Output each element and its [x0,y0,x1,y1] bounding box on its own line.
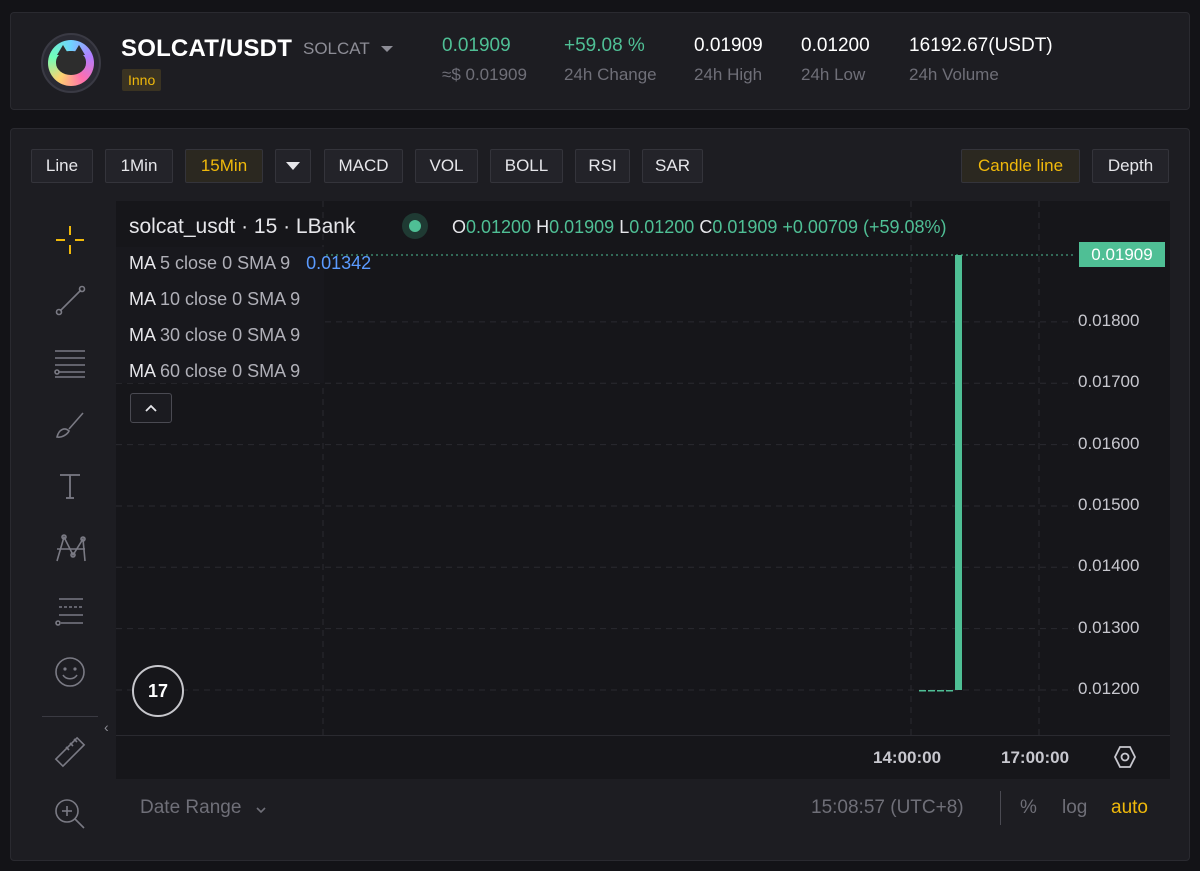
candle [946,690,953,692]
ma-5-row[interactable]: MA 5 close 0 SMA 9 0.01342 [129,253,371,274]
time-label: 14:00:00 [873,748,942,767]
emoji-icon[interactable] [51,653,89,691]
stat-24h-volume: 16192.67(USDT) 24h Volume [909,35,1053,84]
ma-10-row[interactable]: MA 10 close 0 SMA 9 [129,289,300,310]
price-tick-label: 0.01200 [1078,679,1140,698]
crosshair-icon[interactable] [51,221,89,259]
log-scale-toggle[interactable]: log [1062,797,1087,819]
auto-scale-toggle[interactable]: auto [1111,797,1148,819]
stat-24h-change: +59.08 % 24h Change [564,35,657,84]
ohlc-readout: O0.01200 H0.01909 L0.01200 C0.01909 +0.0… [452,217,947,237]
market-status-icon [402,213,428,239]
candle [937,690,944,692]
market-header: SOLCAT/USDT SOLCAT Inno 0.01909 ≈$ 0.019… [10,12,1190,110]
chart-settings-icon[interactable] [1112,744,1138,770]
cat-icon [56,45,86,75]
collapse-tools-icon[interactable]: ‹ [104,719,109,735]
candle-line-button[interactable]: Candle line [961,149,1080,183]
interval-15min-button[interactable]: 15Min [185,149,263,183]
caret-down-icon [286,162,300,170]
stat-last-price: 0.01909 ≈$ 0.01909 [442,35,527,84]
collapse-legend-button[interactable] [130,393,172,423]
price-tick-label: 0.01400 [1078,556,1140,576]
trend-line-icon[interactable] [51,281,89,319]
ma-60-row[interactable]: MA 60 close 0 SMA 9 [129,361,300,382]
ma-30-row[interactable]: MA 30 close 0 SMA 9 [129,325,300,346]
price-tick-label: 0.01300 [1078,617,1140,637]
brush-icon[interactable] [51,405,89,443]
price-chart[interactable]: solcat_usdt · 15 · LBank O0.01200 H0.019… [116,201,1170,779]
zoom-in-icon[interactable] [51,795,89,833]
current-price-label: 0.01909 [1079,242,1165,267]
base-asset[interactable]: SOLCAT [303,39,370,59]
candle [919,690,926,692]
vol-button[interactable]: VOL [415,149,478,183]
sar-button[interactable]: SAR [642,149,703,183]
pattern-icon[interactable] [51,529,89,567]
stat-24h-low: 0.01200 24h Low [801,35,870,84]
price-tick-label: 0.01500 [1078,494,1140,514]
ruler-icon[interactable] [51,733,89,771]
token-logo [41,33,101,93]
depth-button[interactable]: Depth [1092,149,1169,183]
clock-timezone[interactable]: 15:08:57 (UTC+8) [811,797,964,819]
line-button[interactable]: Line [31,149,93,183]
boll-button[interactable]: BOLL [490,149,563,183]
interval-1min-button[interactable]: 1Min [105,149,173,183]
date-range-dropdown[interactable]: Date Range [140,797,241,819]
zone-tag: Inno [122,69,162,91]
time-axis: 14:00:00 17:00:00 [116,735,1170,779]
price-tick-label: 0.01700 [1078,372,1140,392]
chevron-down-icon[interactable] [381,46,393,52]
fib-lines-icon[interactable] [51,343,89,381]
macd-button[interactable]: MACD [324,149,403,183]
chart-panel: Line 1Min 15Min MACD VOL BOLL RSI SAR Ca… [10,128,1190,861]
footer-divider [1000,791,1001,825]
tool-divider [42,716,98,717]
chevron-down-icon[interactable] [256,805,266,815]
chevron-up-icon [145,404,157,412]
interval-dropdown-button[interactable] [275,149,311,183]
rsi-button[interactable]: RSI [575,149,630,183]
candle [955,255,962,690]
pair-name[interactable]: SOLCAT/USDT [121,35,292,63]
text-icon[interactable] [51,467,89,505]
time-label: 17:00:00 [1001,748,1070,767]
price-tick-label: 0.01800 [1078,310,1140,330]
stat-24h-high: 0.01909 24h High [694,35,763,84]
price-tick-label: 0.01600 [1078,433,1140,453]
chart-title: solcat_usdt · 15 · LBank [129,215,356,238]
candle [928,690,935,692]
prediction-icon[interactable] [51,591,89,629]
percent-scale-toggle[interactable]: % [1020,797,1037,819]
tradingview-logo[interactable]: 17 [132,665,184,717]
